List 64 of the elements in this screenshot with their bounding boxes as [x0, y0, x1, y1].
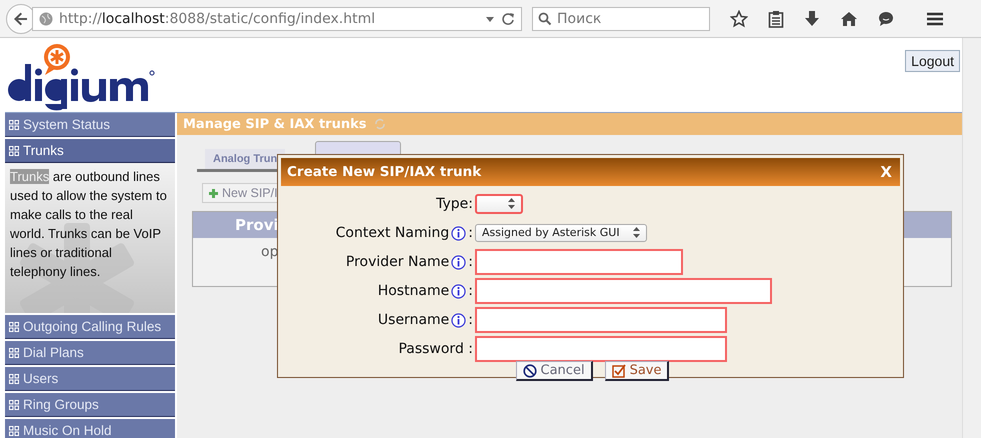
tab[interactable]: Analog Trun — [205, 149, 286, 169]
sidebar-item[interactable]: Music On Hold — [5, 419, 175, 438]
spinner-arrows-icon — [633, 227, 640, 238]
url-text: http://localhost:8088/static/config/index.html — [59, 10, 376, 26]
field-label: Password : — [398, 340, 473, 356]
cancel-button[interactable]: Cancel — [516, 361, 593, 381]
section-title: Manage SIP & IAX trunks — [183, 116, 366, 132]
sidebar-item[interactable]: Users — [5, 367, 175, 391]
checkbox-tick-icon — [612, 364, 626, 378]
grid-icon — [9, 322, 19, 332]
sidebar-item[interactable]: Ring Groups — [5, 393, 175, 417]
column-header: Provi — [234, 216, 279, 234]
sidebar-item[interactable]: Trunks — [5, 139, 175, 163]
colon-text: : — [468, 254, 473, 270]
dropdown-field[interactable] — [475, 194, 523, 214]
spinner-arrows-icon — [508, 198, 515, 209]
input-field[interactable] — [475, 336, 727, 362]
clipboard-icon[interactable] — [768, 10, 784, 28]
search-field[interactable]: Поиск — [532, 6, 710, 30]
logout-button[interactable]: Logout — [905, 50, 960, 72]
back-arrow-icon — [13, 10, 29, 26]
input-field[interactable] — [475, 306, 727, 332]
prohibited-icon — [522, 364, 537, 378]
field-label: Context Naming — [336, 224, 450, 240]
dialog-title: Create New SIP/IAX trunk — [287, 164, 482, 180]
sidebar-item[interactable]: Outgoing Calling Rules — [5, 315, 175, 339]
input-field[interactable] — [475, 278, 772, 304]
save-button[interactable]: Save — [604, 361, 670, 381]
grid-icon — [9, 374, 19, 384]
grid-icon — [9, 348, 19, 358]
info-icon[interactable] — [451, 313, 466, 328]
close-button[interactable]: X — [880, 163, 892, 181]
input-field[interactable] — [475, 248, 683, 274]
colon-text: : — [468, 312, 473, 328]
dropdown-field[interactable]: Assigned by Asterisk GUI — [475, 224, 647, 242]
info-icon[interactable] — [451, 284, 466, 299]
menu-icon[interactable] — [926, 10, 944, 26]
grid-icon — [9, 400, 19, 410]
plus-icon — [209, 188, 218, 198]
grid-icon — [9, 426, 19, 436]
field-label: Username — [378, 312, 450, 328]
scrollbar[interactable] — [962, 38, 981, 438]
field-label: Type: — [436, 196, 473, 212]
field-label: Provider Name — [346, 254, 450, 270]
colon-text: : — [468, 282, 473, 298]
address-field[interactable]: http://localhost:8088/static/config/index.html — [32, 6, 522, 30]
reload-icon[interactable] — [501, 12, 515, 26]
table-cell-text: op — [260, 243, 278, 260]
description-text: Trunks are outbound lines used to allow the system to make calls to the real world. Trunks can be VoIP lines or traditional telephony lines. — [9, 168, 168, 281]
colon-text: : — [468, 224, 473, 240]
dropdown-icon[interactable] — [485, 14, 495, 22]
globe-icon — [39, 12, 53, 26]
info-icon[interactable] — [451, 226, 466, 241]
sidebar-item[interactable]: Dial Plans — [5, 341, 175, 365]
bookmark-star-icon[interactable] — [730, 10, 748, 28]
grid-icon — [9, 146, 19, 156]
sidebar-item[interactable]: System Status — [5, 113, 175, 137]
home-icon[interactable] — [840, 10, 858, 26]
field-label: Hostname — [378, 282, 450, 298]
search-icon — [538, 12, 552, 26]
grid-icon — [9, 120, 19, 130]
chat-icon[interactable] — [878, 10, 894, 26]
download-icon[interactable] — [804, 10, 820, 28]
info-icon[interactable] — [451, 255, 466, 270]
